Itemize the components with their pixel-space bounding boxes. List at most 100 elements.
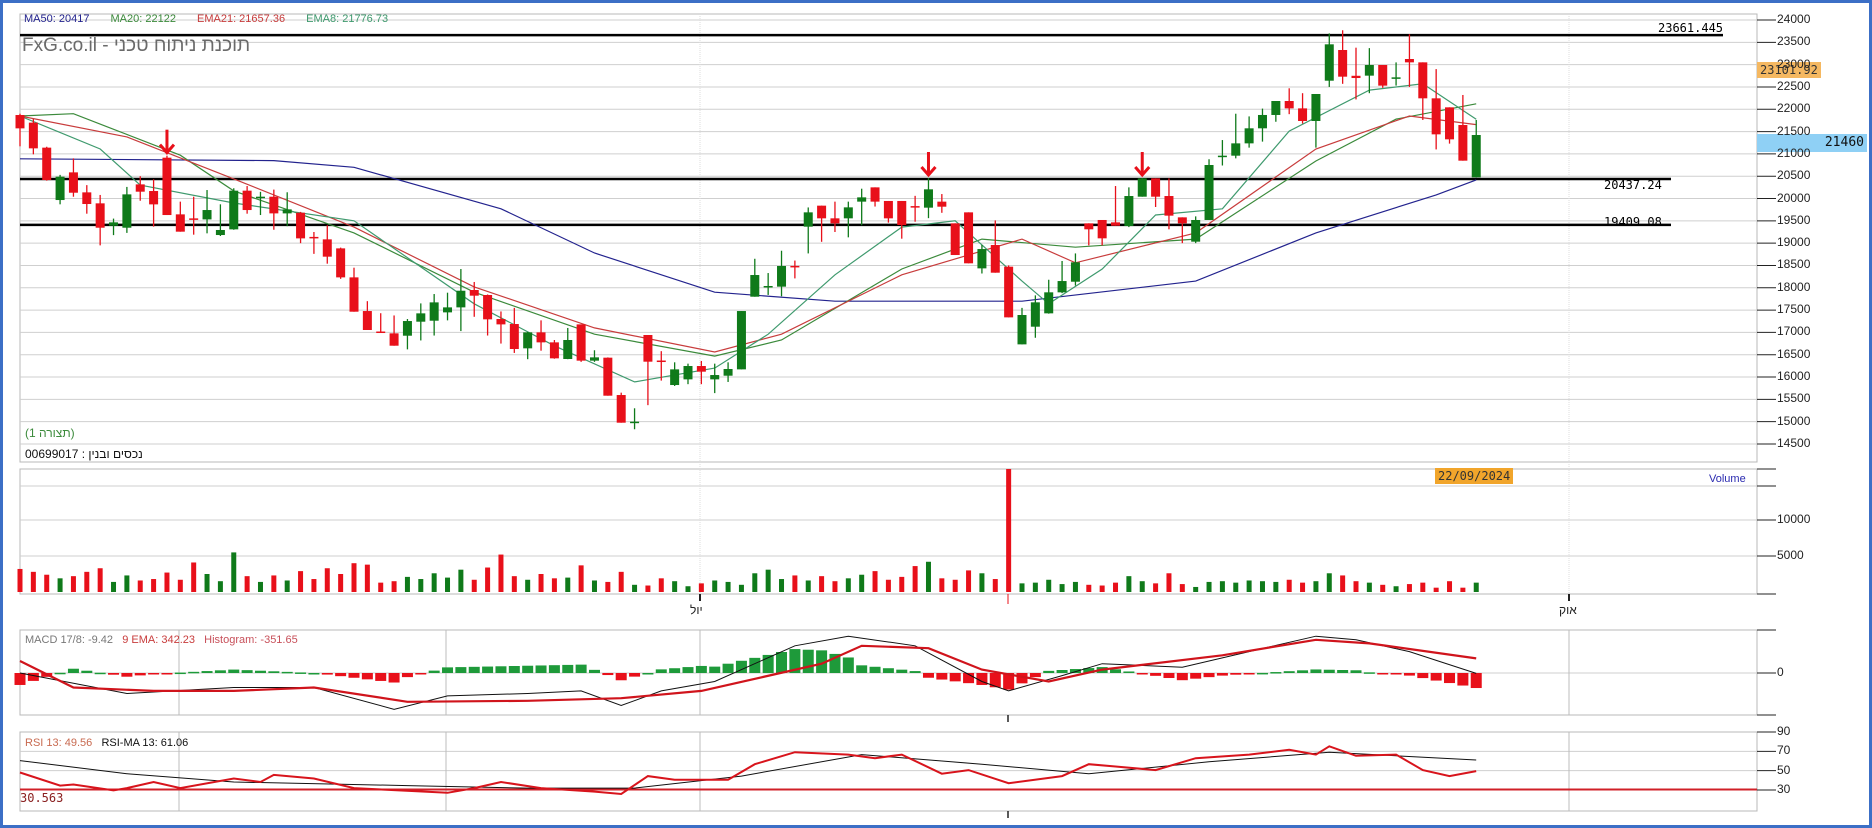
macd-histogram-bar xyxy=(882,668,894,673)
volume-bar xyxy=(1113,582,1119,592)
macd-histogram-bar xyxy=(428,670,440,673)
macd-histogram-bar xyxy=(1056,670,1068,673)
volume-bar xyxy=(177,579,183,592)
candle-down xyxy=(15,115,25,129)
price-axis-label: 24000 xyxy=(1777,12,1811,26)
volume-bar xyxy=(1340,575,1346,592)
macd-histogram-bar xyxy=(949,673,961,682)
macd-histogram-bar xyxy=(108,673,120,675)
macd-legend-line: MACD 17/8: -9.42 xyxy=(25,634,114,646)
volume-bar xyxy=(338,574,344,592)
candle-down xyxy=(656,360,666,363)
ma-line-ma20 xyxy=(19,103,1477,357)
macd-histogram-bar xyxy=(148,673,160,675)
candle-up xyxy=(1231,143,1241,156)
macd-histogram-bar xyxy=(254,670,266,673)
macd-histogram-bar xyxy=(1203,673,1215,678)
candle-up xyxy=(456,290,466,308)
candle-down xyxy=(322,239,332,257)
candle-up xyxy=(429,302,439,321)
month-label: אוק xyxy=(1559,603,1577,617)
volume-bar xyxy=(1126,576,1132,592)
macd-histogram-bar xyxy=(1337,670,1349,673)
macd-histogram-bar xyxy=(1163,673,1175,679)
candle-down xyxy=(870,187,880,202)
candle-down xyxy=(910,206,920,208)
volume-axis-label: 5000 xyxy=(1777,548,1804,562)
volume-bar xyxy=(1473,582,1479,592)
volume-bar xyxy=(1286,579,1292,592)
volume-bar xyxy=(1059,584,1065,592)
macd-histogram-bar xyxy=(909,671,921,673)
candle-up xyxy=(1057,281,1067,293)
panel-frame-0 xyxy=(19,13,1758,463)
volume-axis-label: 10000 xyxy=(1777,512,1811,526)
volume-bar xyxy=(591,580,597,592)
macd-histogram-bar xyxy=(1390,673,1402,675)
price-axis-label: 19500 xyxy=(1777,212,1811,227)
macd-histogram-bar xyxy=(134,673,146,676)
chart-canvas[interactable] xyxy=(0,0,1872,828)
volume-bar xyxy=(1139,581,1145,592)
candle-down xyxy=(1004,266,1014,318)
month-label: יול xyxy=(690,603,703,617)
volume-bar xyxy=(111,581,117,592)
candle-down xyxy=(1404,59,1414,63)
macd-histogram-bar xyxy=(588,669,600,673)
candle-up xyxy=(402,321,412,336)
candle-down xyxy=(1338,49,1348,77)
volume-bar xyxy=(845,578,851,592)
candle-down xyxy=(950,223,960,256)
price-axis-label: 15000 xyxy=(1777,413,1811,428)
price-axis-label: 22500 xyxy=(1777,78,1811,93)
panel-frame-3 xyxy=(19,731,1758,812)
volume-bar xyxy=(151,579,157,592)
macd-histogram-bar xyxy=(361,673,373,680)
macd-histogram-bar xyxy=(1350,670,1362,673)
volume-bar xyxy=(17,568,23,592)
candle-up xyxy=(1030,302,1040,327)
macd-histogram-bar xyxy=(1403,673,1415,676)
cursor-date-badge: 22/09/2024 xyxy=(1435,468,1514,484)
macd-histogram-bar xyxy=(1457,673,1469,686)
candle-down xyxy=(536,332,546,343)
macd-histogram-bar xyxy=(14,673,26,685)
volume-bar xyxy=(725,581,731,592)
candle-down xyxy=(603,357,613,396)
candle-up xyxy=(109,222,119,226)
macd-histogram-bar xyxy=(1470,673,1482,689)
volume-bar xyxy=(137,580,143,592)
macd-histogram-bar xyxy=(348,673,360,678)
candle-down xyxy=(1445,107,1455,140)
pattern-label: (תצורה 1) xyxy=(25,426,75,440)
candle-down xyxy=(509,324,519,350)
volume-bar xyxy=(872,571,878,592)
candle-down xyxy=(1151,178,1161,197)
candle-down xyxy=(990,245,1000,273)
price-axis-label: 20500 xyxy=(1777,168,1811,183)
volume-bar xyxy=(1179,584,1185,592)
volume-bar xyxy=(672,581,678,592)
volume-bar xyxy=(124,575,130,592)
candle-down xyxy=(1084,223,1094,230)
volume-bar xyxy=(1366,582,1372,592)
volume-bar xyxy=(1273,581,1279,592)
volume-bar xyxy=(779,579,785,592)
price-axis-label: 21000 xyxy=(1777,145,1811,160)
macd-histogram-bar xyxy=(174,672,186,675)
volume-bar xyxy=(578,565,584,592)
candle-down xyxy=(549,342,559,359)
macd-histogram-bar xyxy=(535,665,547,673)
volume-bar xyxy=(351,563,357,592)
candle-down xyxy=(790,265,800,268)
volume-bar xyxy=(738,584,744,592)
volume-bar xyxy=(899,576,905,592)
candle-down xyxy=(1298,108,1308,121)
candle-down xyxy=(269,196,279,214)
macd-histogram-bar xyxy=(54,672,66,675)
volume-bar xyxy=(97,568,103,592)
macd-histogram-bar xyxy=(1150,673,1162,676)
macd-histogram-bar xyxy=(655,669,667,673)
volume-bar xyxy=(445,577,451,592)
volume-bar xyxy=(30,571,36,592)
